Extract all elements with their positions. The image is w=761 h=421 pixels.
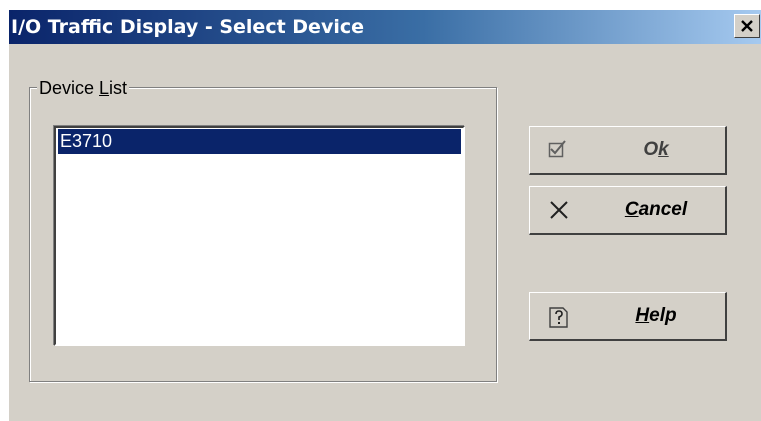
title-bar[interactable]: I/O Traffic Display - Select Device (9, 10, 761, 44)
help-page-icon (549, 307, 568, 328)
list-item-selected[interactable]: E3710 (58, 129, 461, 154)
window-title: I/O Traffic Display - Select Device (11, 16, 364, 38)
checkbox-check-icon (548, 140, 566, 158)
cancel-label: Cancel (624, 199, 688, 220)
help-button[interactable]: Help (529, 292, 727, 341)
x-icon (550, 201, 568, 219)
device-listbox[interactable]: E3710 (54, 126, 465, 346)
help-label: Help (635, 305, 677, 326)
ok-button[interactable]: Ok (529, 126, 727, 175)
cancel-button[interactable]: Cancel (529, 186, 727, 235)
ok-label: Ok (643, 139, 669, 160)
close-icon (741, 20, 753, 32)
device-list-label: Device List (37, 78, 130, 98)
close-button[interactable] (734, 14, 760, 38)
